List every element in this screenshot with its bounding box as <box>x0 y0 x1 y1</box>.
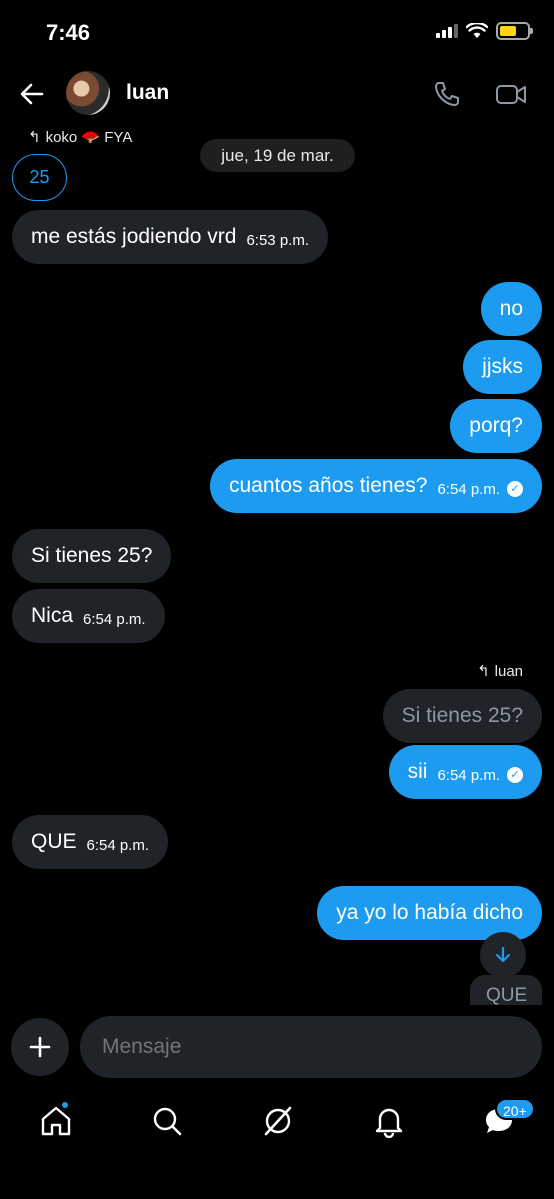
reaction-count-badge[interactable]: 25 <box>12 154 67 201</box>
contact-name[interactable]: luan <box>126 81 169 105</box>
message-outgoing[interactable]: no <box>480 282 542 336</box>
message-time: 6:54 p.m. <box>437 766 500 784</box>
message-text: ya yo lo había dicho <box>336 901 523 924</box>
reply-context-label: luan <box>494 662 523 680</box>
message-incoming[interactable]: Si tienes 25? <box>12 529 172 583</box>
message-text: porq? <box>469 414 523 437</box>
bottom-tab-bar: 20+ <box>0 1090 554 1160</box>
message-outgoing[interactable]: jjsks <box>463 340 542 394</box>
reply-context: ↰ luan <box>477 662 523 681</box>
status-bar: 7:46 <box>0 0 554 66</box>
video-call-icon[interactable] <box>494 79 528 109</box>
wifi-icon <box>466 23 488 38</box>
message-time: 6:54 p.m. <box>86 836 150 854</box>
quoted-message[interactable]: Si tienes 25? <box>382 689 542 743</box>
date-separator: jue, 19 de mar. <box>200 139 355 172</box>
message-incoming[interactable]: Nica 6:54 p.m. <box>12 589 165 643</box>
scroll-to-bottom-button[interactable] <box>480 932 526 978</box>
reply-arrow-icon: ↰ <box>28 129 41 146</box>
message-time: 6:53 p.m. <box>246 231 309 249</box>
phone-icon[interactable] <box>432 79 462 109</box>
notification-dot <box>60 1100 70 1110</box>
messages-badge: 20+ <box>495 1098 535 1120</box>
read-check-icon: ✓ <box>507 481 523 497</box>
composer <box>0 1016 554 1078</box>
reply-arrow-icon: ↰ <box>477 663 490 680</box>
search-icon[interactable] <box>150 1104 184 1138</box>
quoted-message-text: QUE <box>486 985 528 1005</box>
bell-icon[interactable] <box>372 1104 406 1138</box>
quoted-message[interactable]: QUE <box>470 975 542 1005</box>
status-icons <box>436 22 533 40</box>
status-time: 7:46 <box>46 20 91 45</box>
message-text: no <box>499 297 523 320</box>
arrow-down-icon <box>495 946 511 963</box>
message-text: sii <box>407 760 428 783</box>
message-outgoing[interactable]: porq? <box>450 399 542 453</box>
message-text: me estás jodiendo vrd <box>31 225 237 248</box>
grok-icon[interactable] <box>261 1104 295 1138</box>
signal-icon <box>436 24 458 38</box>
chat-header: luan <box>0 66 554 124</box>
message-text: QUE <box>31 830 77 853</box>
message-input[interactable] <box>80 1016 542 1078</box>
reply-context: ↰ koko 🪭 FYA <box>28 128 132 146</box>
read-check-icon: ✓ <box>507 767 523 783</box>
home-icon[interactable] <box>39 1104 73 1138</box>
battery-icon <box>496 22 533 40</box>
quoted-message-text: Si tienes 25? <box>401 704 523 727</box>
message-text: jjsks <box>482 355 523 378</box>
message-time: 6:54 p.m. <box>437 480 500 498</box>
attach-button[interactable] <box>11 1018 69 1076</box>
plus-icon <box>29 1036 51 1058</box>
message-text: cuantos años tienes? <box>228 474 428 497</box>
message-outgoing[interactable]: sii 6:54 p.m. ✓ <box>388 745 542 799</box>
message-text: Nica <box>31 604 74 627</box>
message-text: Si tienes 25? <box>31 544 153 567</box>
reply-context-label: koko 🪭 FYA <box>45 129 133 146</box>
back-arrow-icon[interactable] <box>18 80 46 108</box>
message-incoming[interactable]: QUE 6:54 p.m. <box>12 815 169 869</box>
avatar[interactable] <box>66 71 110 115</box>
message-time: 6:54 p.m. <box>83 610 146 628</box>
message-outgoing[interactable]: cuantos años tienes? 6:54 p.m. ✓ <box>209 459 542 513</box>
message-incoming[interactable]: me estás jodiendo vrd 6:53 p.m. <box>12 210 328 264</box>
